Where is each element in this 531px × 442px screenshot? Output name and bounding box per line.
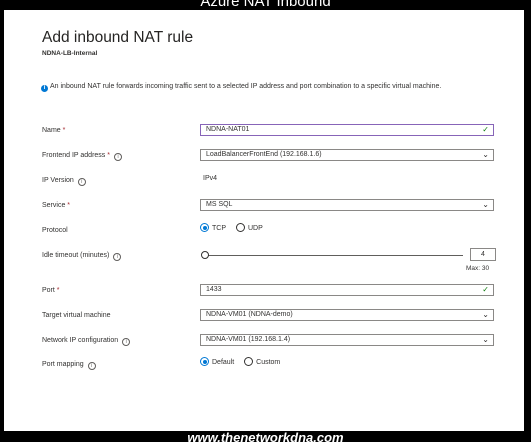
- service-dropdown[interactable]: MS SQL ⌄: [200, 199, 494, 211]
- top-banner: Azure NAT Inbound: [0, 0, 531, 10]
- checkmark-icon: ✓: [482, 125, 489, 134]
- protocol-udp-label: UDP: [247, 225, 263, 232]
- port-mapping-default-radio[interactable]: [200, 357, 209, 366]
- port-mapping-default-label: Default: [212, 359, 235, 366]
- target-vm-dropdown[interactable]: NDNA-VM01 (NDNA-demo) ⌄: [200, 309, 494, 321]
- idle-timeout-label: Idle timeout (minutes) i: [42, 252, 122, 261]
- port-label: Port *: [42, 287, 60, 294]
- protocol-tcp-label: TCP: [212, 225, 226, 232]
- port-value: 1433: [206, 286, 222, 293]
- network-ip-config-dropdown[interactable]: NDNA-VM01 (192.168.1.4) ⌄: [200, 334, 494, 346]
- help-circle-icon[interactable]: i: [87, 362, 96, 370]
- frontend-ip-label: Frontend IP address * i: [42, 152, 122, 161]
- help-circle-icon[interactable]: i: [113, 253, 122, 261]
- info-message: i An inbound NAT rule forwards incoming t…: [41, 82, 481, 92]
- idle-timeout-input[interactable]: 4: [470, 248, 496, 261]
- bottom-banner: www.thenetworkdna.com: [0, 431, 531, 442]
- network-ip-config-value: NDNA-VM01 (192.168.1.4): [206, 336, 291, 343]
- idle-timeout-slider-thumb[interactable]: [201, 251, 209, 259]
- required-marker: *: [67, 202, 71, 209]
- help-circle-icon[interactable]: i: [114, 153, 122, 161]
- help-circle-icon[interactable]: i: [122, 338, 131, 346]
- protocol-label: Protocol: [42, 227, 68, 234]
- chevron-down-icon: ⌄: [482, 200, 489, 209]
- network-ip-config-label: Network IP configuration i: [42, 337, 131, 346]
- name-label: Name *: [42, 127, 66, 134]
- help-circle-icon[interactable]: i: [77, 178, 86, 186]
- chevron-down-icon: ⌄: [482, 150, 489, 159]
- page-title: Add inbound NAT rule: [42, 29, 194, 46]
- target-vm-label: Target virtual machine: [42, 312, 111, 319]
- bottom-banner-text: www.thenetworkdna.com: [187, 431, 344, 442]
- idle-timeout-max: Max: 30: [466, 265, 490, 272]
- required-marker: *: [107, 152, 110, 159]
- info-text: An inbound NAT rule forwards incoming tr…: [50, 83, 442, 90]
- frontend-ip-value: LoadBalancerFrontEnd (192.168.1.6): [206, 151, 322, 158]
- info-icon: i: [41, 85, 48, 92]
- protocol-udp-radio[interactable]: [235, 223, 245, 232]
- ip-version-value: IPv4: [203, 175, 218, 182]
- port-mapping-label: Port mapping i: [42, 361, 96, 370]
- service-label: Service *: [42, 202, 71, 209]
- chevron-down-icon: ⌄: [482, 310, 489, 319]
- port-mapping-custom-radio[interactable]: [244, 357, 254, 366]
- required-marker: *: [62, 127, 66, 134]
- target-vm-value: NDNA-VM01 (NDNA-demo): [206, 311, 293, 318]
- protocol-radio-group: TCP UDP: [200, 223, 271, 232]
- frontend-ip-dropdown[interactable]: LoadBalancerFrontEnd (192.168.1.6) ⌄: [200, 149, 494, 161]
- checkmark-icon: ✓: [482, 285, 489, 294]
- ip-version-label: IP Version i: [42, 177, 86, 186]
- name-input[interactable]: NDNA-NAT01 ✓: [200, 124, 494, 136]
- protocol-tcp-radio[interactable]: [200, 223, 209, 232]
- port-input[interactable]: 1433 ✓: [200, 284, 494, 296]
- name-value: NDNA-NAT01: [206, 126, 250, 133]
- idle-timeout-slider-track[interactable]: [205, 255, 463, 256]
- page-subtitle: NDNA-LB-Internal: [42, 50, 98, 57]
- port-mapping-custom-label: Custom: [256, 359, 281, 366]
- port-mapping-radio-group: Default Custom: [200, 357, 288, 366]
- chevron-down-icon: ⌄: [482, 335, 489, 344]
- required-marker: *: [56, 287, 60, 294]
- service-value: MS SQL: [206, 201, 233, 208]
- top-banner-text: Azure NAT Inbound: [200, 0, 331, 10]
